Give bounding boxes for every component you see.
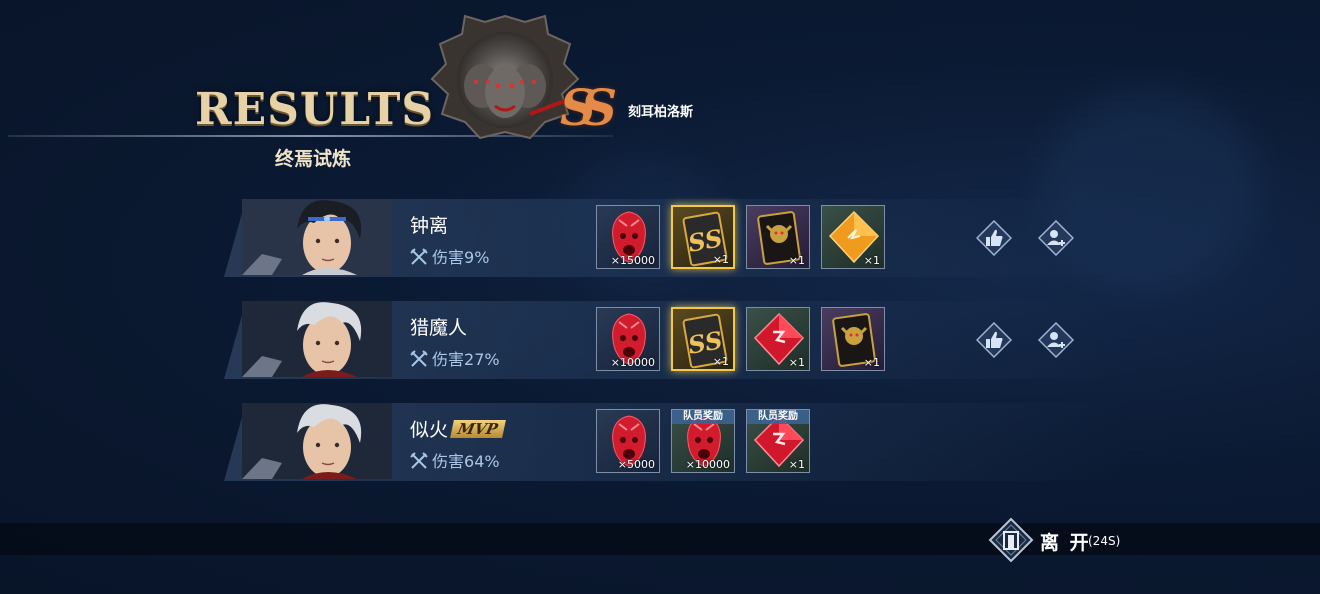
- reward-quantity: ×15000: [610, 254, 655, 267]
- player-name-text: 猎魔人: [410, 317, 468, 339]
- player-name: 钟离: [410, 211, 448, 238]
- reward-quantity: ×1: [788, 254, 805, 267]
- reward-item[interactable]: ×15000: [596, 205, 660, 269]
- damage-stat: 伤害64%: [410, 448, 500, 472]
- reward-item[interactable]: ×1: [821, 307, 885, 371]
- player-portrait: [242, 199, 392, 275]
- damage-stat: 伤害27%: [410, 346, 500, 370]
- reward-item[interactable]: 队员奖励 ×1: [746, 409, 810, 473]
- damage-value: 9%: [464, 248, 490, 267]
- player-name: 猎魔人: [410, 313, 467, 340]
- reward-quantity: ×1: [863, 254, 880, 267]
- boss-name: 刻耳柏洛斯: [628, 105, 694, 120]
- damage-label: 伤害: [432, 350, 465, 369]
- reward-item[interactable]: SS ×1: [671, 205, 735, 269]
- reward-quantity: ×1: [788, 356, 805, 369]
- leave-button[interactable]: [988, 517, 1034, 563]
- reward-quantity: ×10000: [610, 356, 655, 369]
- team-reward-banner: 队员奖励: [672, 410, 734, 424]
- crossed-swords-icon: [410, 248, 428, 265]
- reward-item[interactable]: 队员奖励 ×10000: [671, 409, 735, 473]
- reward-item[interactable]: ×1: [746, 307, 810, 371]
- crossed-swords-icon: [410, 452, 428, 469]
- reward-quantity: ×10000: [685, 458, 730, 471]
- reward-item[interactable]: ×1: [746, 205, 810, 269]
- player-row: 猎魔人 伤害27% ×10000 SS ×1 ×1 ×1: [224, 301, 1124, 379]
- reward-quantity: ×1: [863, 356, 880, 369]
- leave-countdown: (24S): [1088, 534, 1121, 548]
- boss-portrait: [430, 14, 580, 139]
- player-name-text: 似火: [410, 419, 449, 441]
- player-row: 钟离 伤害9% ×15000 SS ×1 ×1 ×1: [224, 199, 1124, 277]
- player-row: 似火 MVP 伤害64% ×5000 队员奖励 ×10000 队员奖励 ×1: [224, 403, 1124, 481]
- reward-item[interactable]: SS ×1: [671, 307, 735, 371]
- damage-value: 64%: [464, 452, 500, 471]
- reward-item[interactable]: ×5000: [596, 409, 660, 473]
- mvp-badge: MVP: [450, 420, 506, 438]
- like-button[interactable]: [976, 322, 1012, 358]
- damage-value: 27%: [464, 350, 500, 369]
- damage-stat: 伤害9%: [410, 244, 489, 268]
- trial-name: 终焉试炼: [275, 148, 352, 170]
- add-friend-button[interactable]: [1038, 322, 1074, 358]
- reward-quantity: ×1: [788, 458, 805, 471]
- reward-quantity: ×1: [712, 253, 729, 266]
- player-name-text: 钟离: [410, 215, 449, 237]
- footer-bar: [0, 523, 1320, 555]
- damage-label: 伤害: [432, 452, 465, 471]
- reward-quantity: ×1: [712, 355, 729, 368]
- player-portrait: [242, 301, 392, 377]
- team-reward-banner: 队员奖励: [747, 410, 809, 424]
- leave-label[interactable]: 离 开: [1040, 528, 1091, 555]
- player-portrait: [242, 403, 392, 479]
- rank-badge: SS: [560, 78, 617, 137]
- add-friend-button[interactable]: [1038, 220, 1074, 256]
- reward-quantity: ×5000: [617, 458, 655, 471]
- like-button[interactable]: [976, 220, 1012, 256]
- crossed-swords-icon: [410, 350, 428, 367]
- results-title: RESULTS: [195, 84, 435, 135]
- reward-item[interactable]: ×10000: [596, 307, 660, 371]
- player-name: 似火 MVP: [410, 415, 506, 442]
- reward-item[interactable]: ×1: [821, 205, 885, 269]
- damage-label: 伤害: [432, 248, 465, 267]
